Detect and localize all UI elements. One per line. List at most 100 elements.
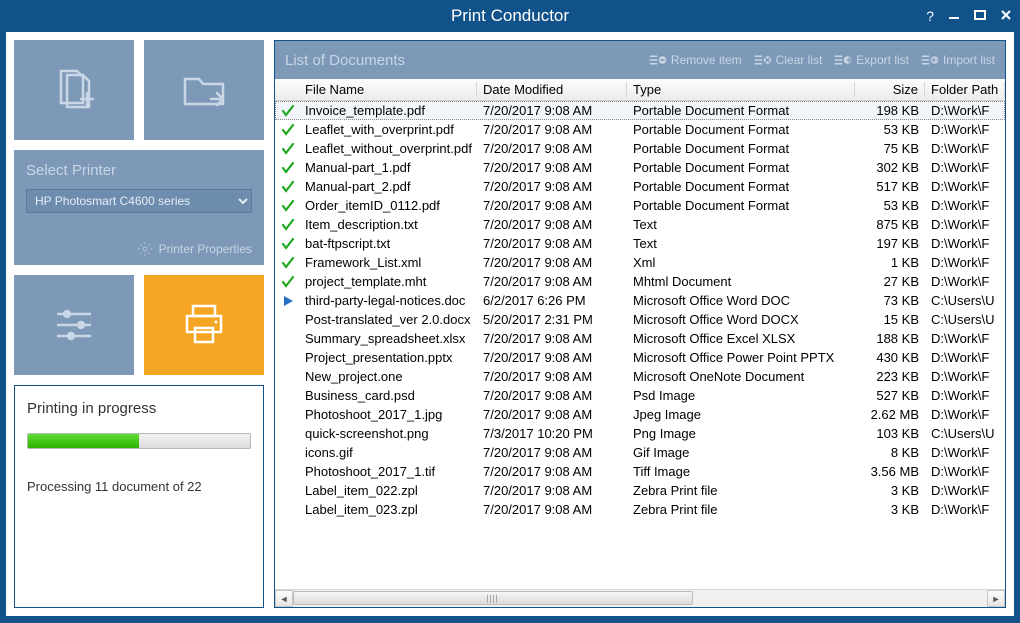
row-size: 103 KB xyxy=(855,426,925,441)
table-row[interactable]: Item_description.txt7/20/2017 9:08 AMTex… xyxy=(275,215,1005,234)
row-file-name: Leaflet_with_overprint.pdf xyxy=(299,122,477,137)
row-file-name: Label_item_022.zpl xyxy=(299,483,477,498)
table-row[interactable]: Photoshoot_2017_1.tif7/20/2017 9:08 AMTi… xyxy=(275,462,1005,481)
row-type: Zebra Print file xyxy=(627,483,855,498)
row-file-name: Photoshoot_2017_1.tif xyxy=(299,464,477,479)
row-date: 7/20/2017 9:08 AM xyxy=(477,103,627,118)
checkmark-icon xyxy=(281,275,295,289)
row-status xyxy=(275,275,299,289)
window-title: Print Conductor xyxy=(451,6,569,26)
row-file-name: Item_description.txt xyxy=(299,217,477,232)
row-folder: D:\Work\F xyxy=(925,464,1005,479)
row-folder: D:\Work\F xyxy=(925,217,1005,232)
table-row[interactable]: Framework_List.xml7/20/2017 9:08 AMXml1 … xyxy=(275,253,1005,272)
row-folder: D:\Work\F xyxy=(925,141,1005,156)
documents-icon xyxy=(47,63,101,117)
table-row[interactable]: Order_itemID_0112.pdf7/20/2017 9:08 AMPo… xyxy=(275,196,1005,215)
export-list-button[interactable]: Export list xyxy=(834,53,909,67)
table-row[interactable]: Manual-part_2.pdf7/20/2017 9:08 AMPortab… xyxy=(275,177,1005,196)
table-row[interactable]: Leaflet_with_overprint.pdf7/20/2017 9:08… xyxy=(275,120,1005,139)
row-status xyxy=(275,294,299,308)
row-folder: D:\Work\F xyxy=(925,103,1005,118)
add-folder-button[interactable] xyxy=(144,40,264,140)
row-file-name: Photoshoot_2017_1.jpg xyxy=(299,407,477,422)
row-date: 7/20/2017 9:08 AM xyxy=(477,274,627,289)
remove-item-button[interactable]: Remove item xyxy=(649,53,742,67)
row-size: 3 KB xyxy=(855,483,925,498)
row-type: Portable Document Format xyxy=(627,179,855,194)
import-list-button[interactable]: Import list xyxy=(921,53,995,67)
row-date: 5/20/2017 2:31 PM xyxy=(477,312,627,327)
row-file-name: Leaflet_without_overprint.pdf xyxy=(299,141,477,156)
checkmark-icon xyxy=(281,218,295,232)
row-type: Microsoft Office Excel XLSX xyxy=(627,331,855,346)
row-date: 6/2/2017 6:26 PM xyxy=(477,293,627,308)
table-row[interactable]: project_template.mht7/20/2017 9:08 AMMht… xyxy=(275,272,1005,291)
table-row[interactable]: Label_item_022.zpl7/20/2017 9:08 AMZebra… xyxy=(275,481,1005,500)
row-date: 7/20/2017 9:08 AM xyxy=(477,502,627,517)
titlebar[interactable]: Print Conductor ? xyxy=(0,0,1020,32)
progress-title: Printing in progress xyxy=(27,400,251,417)
maximize-button[interactable] xyxy=(974,8,986,24)
col-size[interactable]: Size xyxy=(855,82,925,97)
clear-list-button[interactable]: Clear list xyxy=(754,53,823,67)
table-row[interactable]: Manual-part_1.pdf7/20/2017 9:08 AMPortab… xyxy=(275,158,1005,177)
row-date: 7/20/2017 9:08 AM xyxy=(477,255,627,270)
row-type: Png Image xyxy=(627,426,855,441)
scroll-thumb[interactable] xyxy=(293,591,693,605)
checkmark-icon xyxy=(281,180,295,194)
row-file-name: quick-screenshot.png xyxy=(299,426,477,441)
folder-icon xyxy=(177,63,231,117)
scroll-right-button[interactable]: ► xyxy=(987,590,1005,607)
col-date-modified[interactable]: Date Modified xyxy=(477,82,627,97)
row-type: Mhtml Document xyxy=(627,274,855,289)
table-row[interactable]: bat-ftpscript.txt7/20/2017 9:08 AMText19… xyxy=(275,234,1005,253)
col-type[interactable]: Type xyxy=(627,82,855,97)
table-row[interactable]: icons.gif7/20/2017 9:08 AMGif Image8 KBD… xyxy=(275,443,1005,462)
table-row[interactable]: Invoice_template.pdf7/20/2017 9:08 AMPor… xyxy=(275,101,1005,120)
row-size: 197 KB xyxy=(855,236,925,251)
scroll-left-button[interactable]: ◄ xyxy=(275,590,293,607)
checkmark-icon xyxy=(281,199,295,213)
print-button[interactable] xyxy=(144,275,264,375)
table-row[interactable]: Label_item_023.zpl7/20/2017 9:08 AMZebra… xyxy=(275,500,1005,519)
row-file-name: Post-translated_ver 2.0.docx xyxy=(299,312,477,327)
table-row[interactable]: Leaflet_without_overprint.pdf7/20/2017 9… xyxy=(275,139,1005,158)
table-row[interactable]: Business_card.psd7/20/2017 9:08 AMPsd Im… xyxy=(275,386,1005,405)
col-file-name[interactable]: File Name xyxy=(299,82,477,97)
close-button[interactable] xyxy=(1000,8,1012,24)
table-row[interactable]: third-party-legal-notices.doc6/2/2017 6:… xyxy=(275,291,1005,310)
row-status xyxy=(275,142,299,156)
row-folder: D:\Work\F xyxy=(925,331,1005,346)
minimize-button[interactable] xyxy=(948,8,960,24)
table-row[interactable]: Post-translated_ver 2.0.docx5/20/2017 2:… xyxy=(275,310,1005,329)
col-folder-path[interactable]: Folder Path xyxy=(925,82,1005,97)
checkmark-icon xyxy=(281,142,295,156)
horizontal-scrollbar[interactable]: ◄ ► xyxy=(275,589,1005,607)
row-date: 7/20/2017 9:08 AM xyxy=(477,198,627,213)
row-folder: C:\Users\U xyxy=(925,293,1005,308)
row-folder: D:\Work\F xyxy=(925,274,1005,289)
row-type: Portable Document Format xyxy=(627,141,855,156)
row-folder: D:\Work\F xyxy=(925,445,1005,460)
table-row[interactable]: quick-screenshot.png7/3/2017 10:20 PMPng… xyxy=(275,424,1005,443)
progress-bar xyxy=(27,433,251,449)
remove-icon xyxy=(649,53,667,67)
table-row[interactable]: New_project.one7/20/2017 9:08 AMMicrosof… xyxy=(275,367,1005,386)
row-folder: D:\Work\F xyxy=(925,369,1005,384)
add-files-button[interactable] xyxy=(14,40,134,140)
row-size: 2.62 MB xyxy=(855,407,925,422)
help-button[interactable]: ? xyxy=(926,8,934,24)
printer-select[interactable]: HP Photosmart C4600 series xyxy=(26,189,252,213)
row-date: 7/3/2017 10:20 PM xyxy=(477,426,627,441)
table-row[interactable]: Summary_spreadsheet.xlsx7/20/2017 9:08 A… xyxy=(275,329,1005,348)
row-file-name: New_project.one xyxy=(299,369,477,384)
table-row[interactable]: Project_presentation.pptx7/20/2017 9:08 … xyxy=(275,348,1005,367)
settings-button[interactable] xyxy=(14,275,134,375)
row-size: 53 KB xyxy=(855,198,925,213)
printer-properties-button[interactable]: Printer Properties xyxy=(26,241,252,257)
row-type: Portable Document Format xyxy=(627,160,855,175)
list-header: List of Documents Remove item Clear list… xyxy=(275,41,1005,79)
table-row[interactable]: Photoshoot_2017_1.jpg7/20/2017 9:08 AMJp… xyxy=(275,405,1005,424)
row-date: 7/20/2017 9:08 AM xyxy=(477,350,627,365)
